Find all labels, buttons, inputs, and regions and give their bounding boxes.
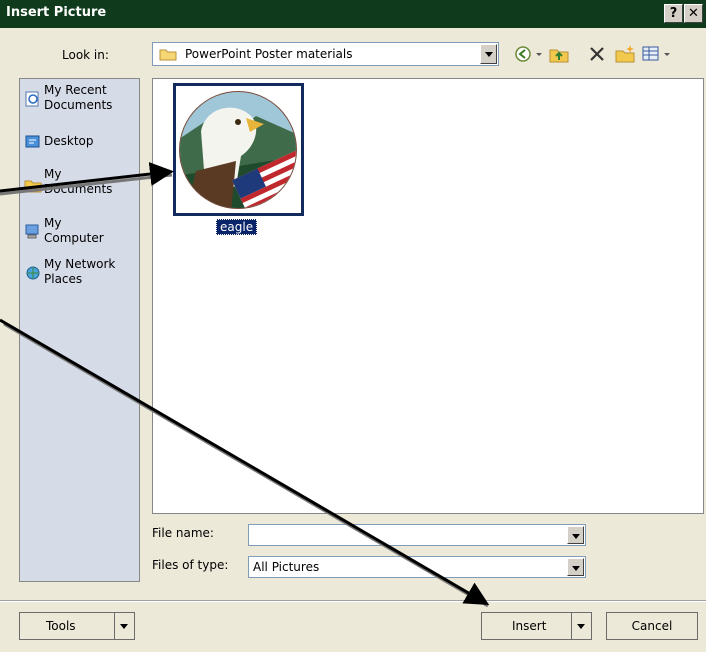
tools-button[interactable]: Tools (19, 612, 135, 640)
file-list[interactable]: eagle (152, 78, 704, 514)
file-name-label[interactable]: eagle (216, 219, 258, 235)
look-in-value: PowerPoint Poster materials (185, 47, 353, 61)
eagle-image (179, 91, 297, 209)
separator (0, 600, 706, 602)
file-thumbnail-eagle[interactable] (173, 83, 304, 216)
insert-dropdown-arrow[interactable] (571, 613, 591, 639)
file-type-label: Files of type: (152, 558, 229, 572)
close-button[interactable]: ✕ (684, 4, 703, 23)
views-icon[interactable] (640, 43, 662, 65)
views-dropdown-arrow-icon[interactable] (662, 43, 672, 65)
cancel-button[interactable]: Cancel (606, 612, 698, 640)
delete-icon[interactable] (586, 43, 608, 65)
dropdown-arrow-icon[interactable] (534, 43, 544, 65)
places-label: My Network (44, 257, 116, 271)
places-label: My (44, 216, 62, 230)
places-label: Computer (44, 231, 104, 245)
insert-button[interactable]: Insert (481, 612, 592, 640)
file-name-dropdown-arrow[interactable] (567, 526, 584, 544)
look-in-dropdown[interactable]: PowerPoint Poster materials (152, 42, 499, 66)
file-name-input[interactable] (248, 524, 586, 546)
tools-dropdown-arrow[interactable] (114, 613, 134, 639)
dialog-title: Insert Picture (6, 5, 107, 20)
network-places-icon (26, 266, 40, 280)
tools-label: Tools (46, 619, 76, 633)
insert-picture-dialog: Insert Picture ? ✕ Look in: PowerPoint P… (0, 0, 706, 652)
title-bar[interactable]: Insert Picture ? ✕ (0, 0, 706, 28)
my-documents-icon (24, 180, 42, 193)
places-label: Desktop (44, 134, 94, 148)
new-folder-icon[interactable] (614, 43, 636, 65)
file-type-select[interactable]: All Pictures (248, 556, 586, 578)
cancel-label: Cancel (631, 619, 673, 633)
file-type-dropdown-arrow[interactable] (567, 558, 584, 576)
up-folder-icon[interactable] (548, 43, 570, 65)
places-bar: My Recent Documents Desktop My Documents M… (19, 78, 140, 582)
folder-icon (159, 49, 177, 61)
my-computer-icon (25, 224, 39, 239)
insert-label: Insert (512, 619, 547, 633)
file-type-value: All Pictures (253, 560, 320, 574)
desktop-icon (25, 135, 40, 148)
look-in-dropdown-arrow[interactable] (480, 44, 497, 64)
places-label: Places (44, 272, 83, 286)
file-name-label-text: File name: (152, 526, 214, 540)
places-label: Documents (44, 182, 113, 196)
recent-documents-icon (25, 91, 39, 107)
places-label: My Recent (44, 83, 107, 97)
look-in-label: Look in: (62, 48, 109, 62)
help-button[interactable]: ? (664, 4, 683, 23)
places-label: Documents (44, 98, 113, 112)
back-icon[interactable] (512, 43, 534, 65)
places-label: My (44, 167, 62, 181)
